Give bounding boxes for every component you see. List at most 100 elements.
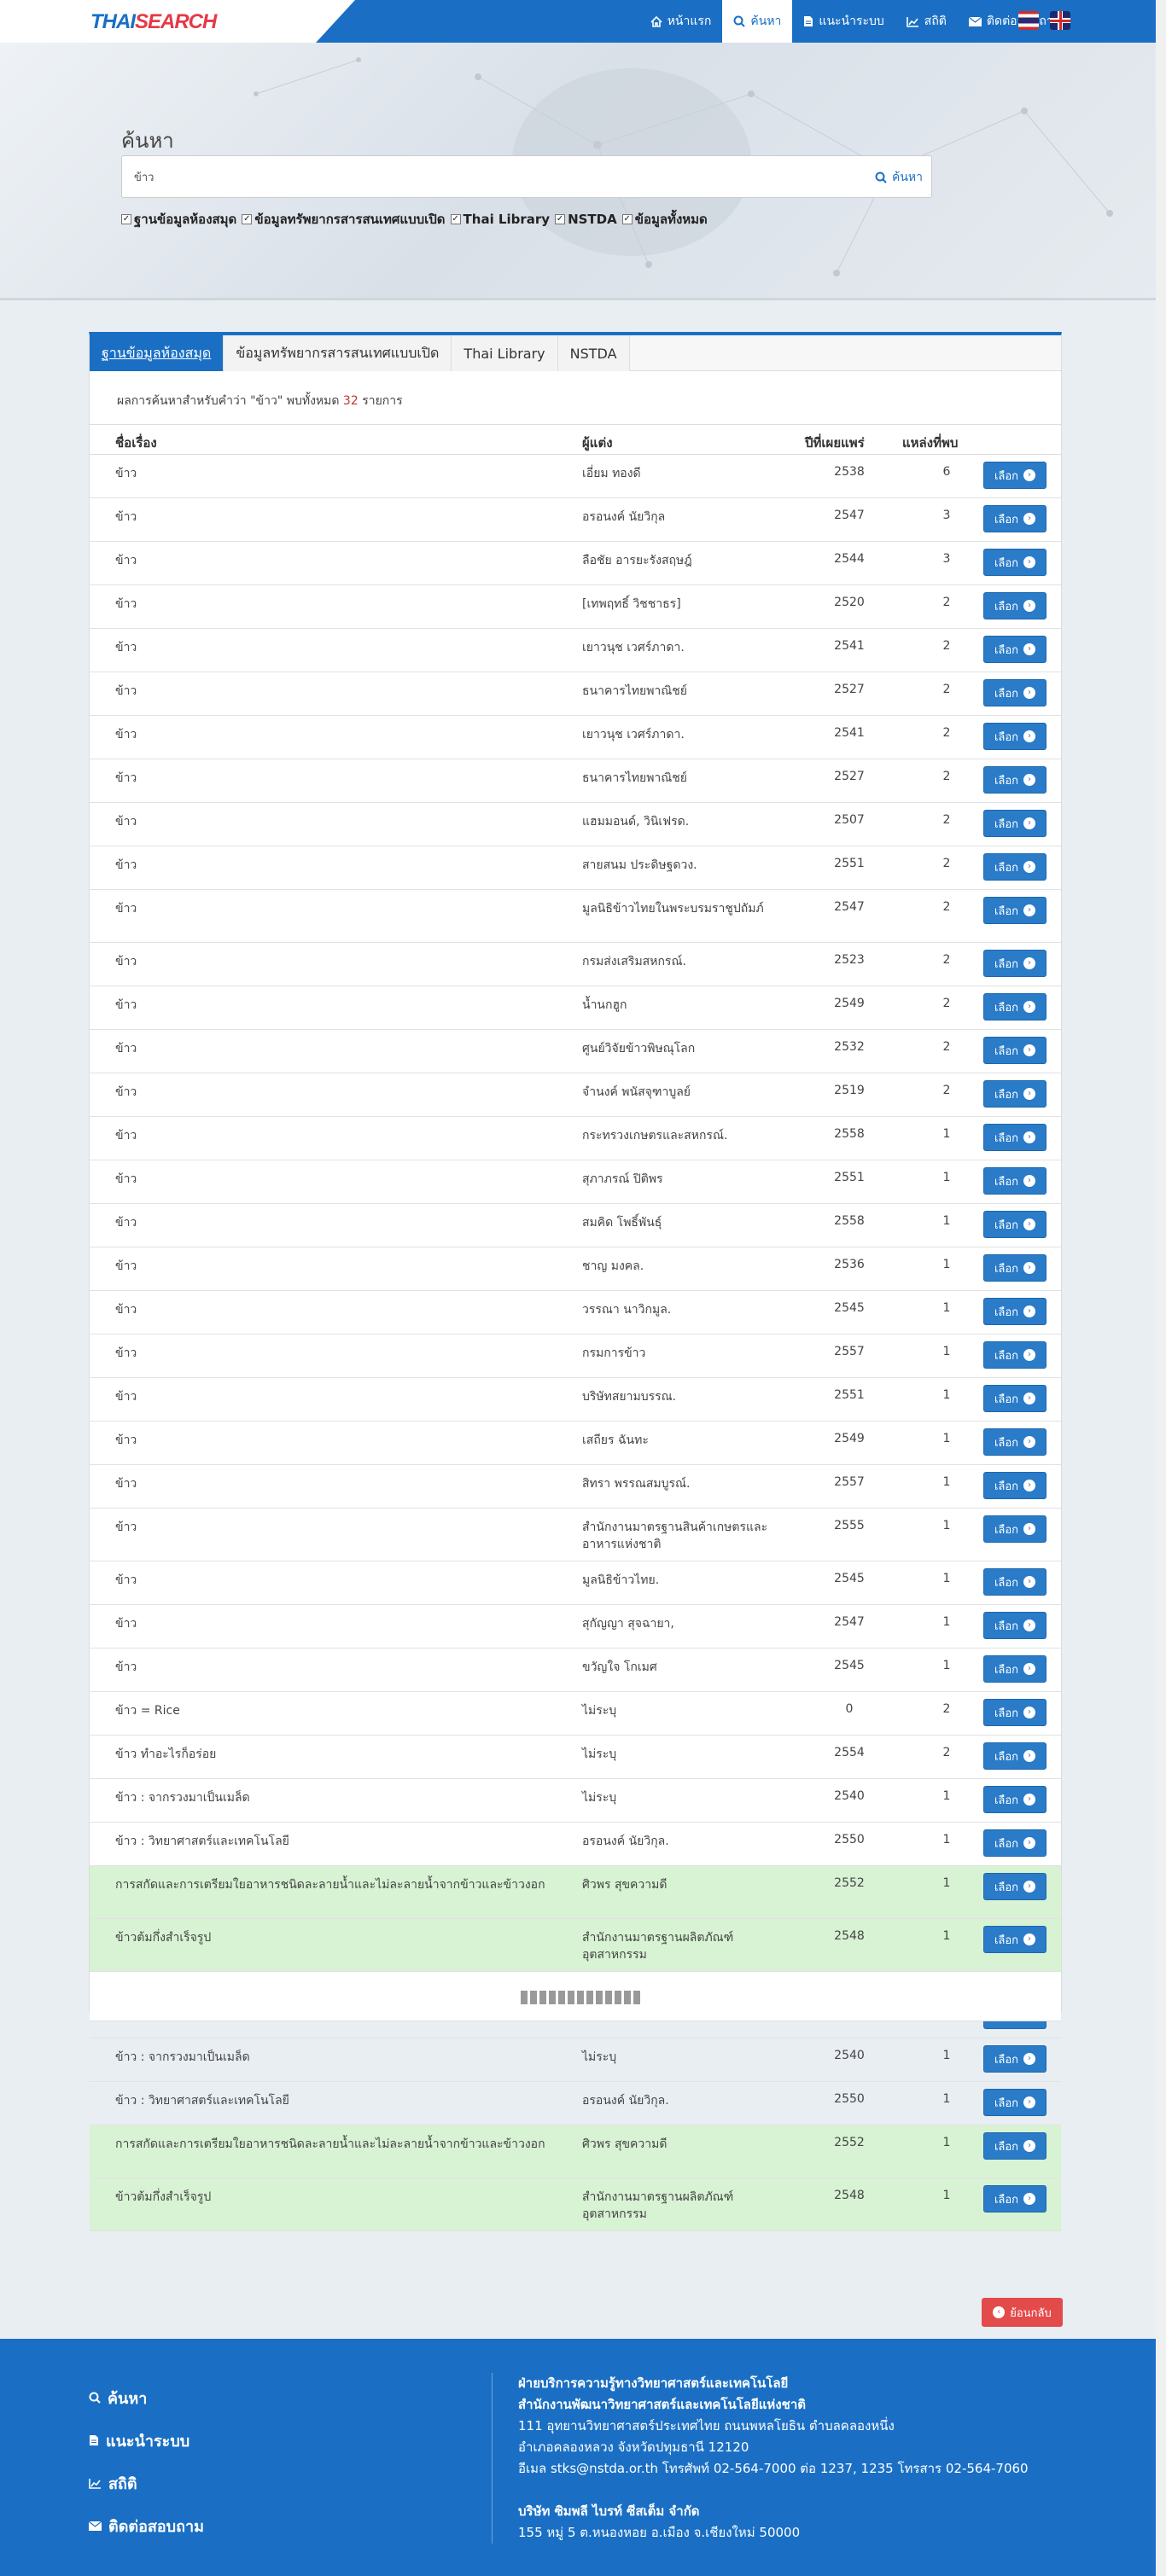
select-button[interactable]: เลือก›	[983, 549, 1046, 576]
select-button[interactable]: เลือก›	[983, 679, 1046, 707]
select-button[interactable]: เลือก›	[983, 462, 1046, 489]
select-button[interactable]: เลือก›	[983, 1655, 1046, 1683]
select-button[interactable]: เลือก›	[983, 2021, 1046, 2029]
footer-link-0[interactable]: ค้นหา	[89, 2376, 204, 2419]
footer-link-1[interactable]: แนะนำระบบ	[89, 2419, 204, 2462]
row-year: 2555	[834, 1519, 865, 1532]
select-button[interactable]: เลือก›	[983, 1037, 1046, 1064]
row-year: 2548	[834, 1929, 865, 1943]
page-scrollbar[interactable]	[1156, 0, 1166, 2576]
table-row: ข้าว : จากรวงมาเป็นเมล็ด ไม่ระบุ 2540 1 เลือ…	[90, 1779, 1061, 1823]
select-button[interactable]: เลือก›	[983, 1428, 1046, 1456]
select-button[interactable]: เลือก›	[983, 766, 1046, 794]
filter-checkbox[interactable]: ✓	[555, 214, 566, 224]
chevron-right-icon: ›	[1023, 1523, 1036, 1535]
footer-company: บริษัท ซิมพลี ไบรท์ ซีสเต็ม จำกัด	[518, 2503, 700, 2519]
row-source-count: 2	[942, 596, 951, 609]
table-row: ข้าว เอี่ยม ทองดี 2538 6 เลือก ›	[90, 455, 1061, 498]
results-tab-0[interactable]: ฐานข้อมูลห้องสมุด	[90, 335, 224, 371]
row-year: 2540	[834, 1789, 865, 1803]
table-row: ข้าว สุกัญญา สุจฉายา, 2547 1 เลือก ›	[90, 1605, 1061, 1649]
filter-checkbox[interactable]: ✓	[121, 214, 131, 224]
row-source-count: 1	[942, 1258, 951, 1271]
select-button[interactable]: เลือก›	[983, 897, 1046, 924]
back-button[interactable]: ‹ ย้อนกลับ	[982, 2298, 1063, 2327]
row-author: สำนักงานมาตรฐานผลิตภัณฑ์อุตสาหกรรม	[582, 1931, 734, 1962]
select-button[interactable]: เลือก›	[983, 2089, 1046, 2116]
table-row: ข้าว สมคิด โพธิ์พันธุ์ 2558 1 เลือก ›	[90, 1204, 1061, 1247]
select-button[interactable]: เลือก›	[983, 1385, 1046, 1412]
row-source-count: 1	[942, 1214, 951, 1228]
results-tab-3[interactable]: NSTDA	[557, 335, 630, 371]
filter-option[interactable]: ✓ ข้อมูลทั้งหมด	[621, 209, 708, 230]
select-button[interactable]: เลือก›	[983, 993, 1046, 1021]
row-year: 2547	[834, 1615, 865, 1629]
table-row: ข้าว ชาญ มงคล. 2536 1 เลือก ›	[90, 1247, 1061, 1291]
select-button[interactable]: เลือก›	[983, 723, 1046, 750]
filter-option[interactable]: ✓ ข้อมูลทรัพยากรสารสนเทศแบบเปิด	[242, 209, 446, 230]
results-tab-1[interactable]: ข้อมูลทรัพยากรสารสนเทศแบบเปิด	[224, 335, 452, 371]
select-button[interactable]: เลือก›	[983, 636, 1046, 663]
filter-checkbox[interactable]: ✓	[621, 214, 633, 224]
footer-link-2[interactable]: สถิติ	[89, 2462, 204, 2504]
select-button[interactable]: เลือก›	[983, 1786, 1046, 1813]
footer-link-3[interactable]: ติดต่อสอบถาม	[89, 2504, 204, 2547]
row-title: ข้าว	[115, 1216, 137, 1230]
site-logo[interactable]: THAISEARCH	[90, 10, 217, 34]
table-row: ข้าว กรมส่งเสริมสหกรณ์. 2523 2 เลือก ›	[90, 943, 1061, 986]
nav-item-2[interactable]: แนะนำระบบ	[792, 0, 895, 43]
nav-item-0[interactable]: หน้าแรก	[639, 0, 723, 43]
row-source-count: 1	[942, 1833, 951, 1846]
select-button[interactable]: เลือก›	[983, 2132, 1046, 2160]
filter-option[interactable]: ✓ NSTDA	[555, 209, 617, 230]
table-row: ข้าว มูลนิธิข้าวไทย. 2545 1 เลือก ›	[90, 1561, 1061, 1605]
row-year: 2527	[834, 770, 865, 783]
uk-flag-icon[interactable]	[1050, 11, 1070, 30]
results-tab-2[interactable]: Thai Library	[452, 335, 558, 371]
search-button[interactable]: ค้นหา	[875, 168, 923, 187]
home-icon	[650, 15, 662, 27]
select-button[interactable]: เลือก›	[983, 1298, 1046, 1325]
filter-checkbox[interactable]: ✓	[242, 214, 253, 224]
results-tabs: ฐานข้อมูลห้องสมุด ข้อมูลทรัพยากรสารสนเทศแ…	[90, 335, 1061, 371]
select-button[interactable]: เลือก›	[983, 1699, 1046, 1726]
select-button[interactable]: เลือก›	[983, 1829, 1046, 1857]
row-title: ข้าว ทำอะไรก็อร่อย	[115, 1747, 217, 1761]
select-button[interactable]: เลือก›	[983, 505, 1046, 532]
select-button[interactable]: เลือก›	[983, 1254, 1046, 1282]
select-button[interactable]: เลือก›	[983, 1515, 1046, 1543]
select-button[interactable]: เลือก›	[983, 592, 1046, 619]
select-button[interactable]: เลือก›	[983, 1873, 1046, 1900]
filter-option[interactable]: ✓ ฐานข้อมูลห้องสมุด	[121, 209, 236, 230]
select-button[interactable]: เลือก›	[983, 2045, 1046, 2073]
nav-item-3[interactable]: สถิติ	[895, 0, 958, 43]
select-button[interactable]: เลือก›	[983, 1742, 1046, 1770]
nav-item-1[interactable]: ค้นหา	[722, 0, 793, 43]
select-button[interactable]: เลือก›	[983, 1124, 1046, 1151]
chevron-right-icon: ›	[1023, 1175, 1036, 1187]
thai-flag-icon[interactable]	[1018, 11, 1039, 30]
row-year: 2523	[834, 953, 865, 967]
select-button[interactable]: เลือก›	[983, 1472, 1046, 1499]
select-button[interactable]: เลือก›	[983, 1341, 1046, 1369]
select-button[interactable]: เลือก›	[983, 1568, 1046, 1596]
row-source-count: 1	[942, 2049, 951, 2062]
filter-checkbox[interactable]: ✓	[450, 214, 461, 224]
filter-option[interactable]: ✓ Thai Library	[450, 209, 551, 230]
row-title: ข้าว	[115, 771, 137, 785]
select-button[interactable]: เลือก›	[983, 950, 1046, 977]
select-button[interactable]: เลือก›	[983, 1167, 1046, 1195]
select-button[interactable]: เลือก›	[983, 1926, 1046, 1953]
select-button[interactable]: เลือก›	[983, 810, 1046, 837]
row-source-count: 1	[942, 1388, 951, 1402]
select-button[interactable]: เลือก›	[983, 853, 1046, 881]
select-button[interactable]: เลือก›	[983, 1612, 1046, 1639]
select-button[interactable]: เลือก›	[983, 2185, 1046, 2213]
row-author: สุภาภรณ์ ปิติพร	[582, 1172, 663, 1186]
filter-label: Thai Library	[463, 212, 551, 227]
search-input[interactable]	[134, 156, 860, 197]
select-button[interactable]: เลือก›	[983, 1211, 1046, 1238]
select-button[interactable]: เลือก›	[983, 1080, 1046, 1108]
row-source-count: 1	[942, 1615, 951, 1629]
filter-label: NSTDA	[568, 212, 617, 227]
